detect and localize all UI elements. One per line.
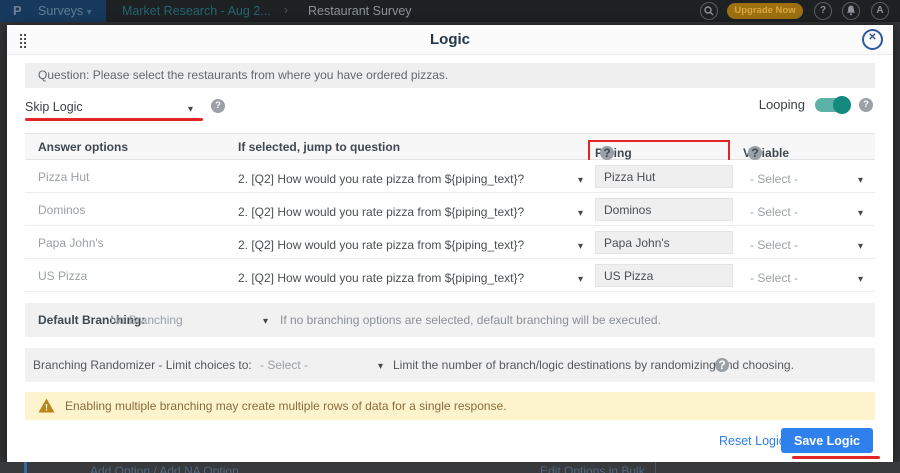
logic-table: Answer options If selected, jump to ques… — [25, 133, 875, 292]
chevron-down-icon[interactable] — [378, 358, 383, 372]
looping-control: Looping ? — [759, 97, 873, 112]
logic-type-value: Skip Logic — [25, 100, 83, 114]
chevron-down-icon — [188, 99, 193, 117]
looping-label: Looping — [759, 97, 805, 112]
table-row: Dominos 2. [Q2] How would you rate pizza… — [25, 193, 875, 226]
surveys-menu[interactable]: Surveys — [38, 4, 92, 18]
answer-option-label: Dominos — [38, 203, 85, 217]
svg-text:!: ! — [45, 403, 48, 413]
variable-assignment-value: - Select - — [750, 172, 798, 186]
looping-toggle[interactable] — [815, 98, 849, 112]
jump-question-dropdown[interactable]: 2. [Q2] How would you rate pizza from ${… — [238, 236, 583, 254]
chevron-down-icon — [858, 170, 863, 188]
help-icon[interactable]: ? — [715, 358, 729, 372]
logo-block: P Surveys — [0, 0, 106, 22]
default-branching-hint: If no branching options are selected, de… — [280, 313, 661, 327]
breadcrumb-folder[interactable]: Market Research - Aug 2... — [122, 4, 271, 18]
top-navigation-bar: P Surveys Market Research - Aug 2... › R… — [0, 0, 900, 22]
chevron-down-icon — [858, 269, 863, 287]
piping-text-input[interactable] — [595, 198, 733, 221]
modal-header: Logic — [7, 25, 893, 55]
variable-assignment-dropdown[interactable]: - Select - — [750, 170, 865, 188]
answer-option-label: Pizza Hut — [38, 170, 89, 184]
jump-question-value: 2. [Q2] How would you rate pizza from ${… — [238, 205, 524, 219]
chevron-down-icon — [578, 236, 583, 254]
randomizer-label: Branching Randomizer - Limit choices to: — [33, 358, 252, 372]
default-branching-bar: Default Branching: No Branching If no br… — [25, 303, 875, 337]
warning-text: Enabling multiple branching may create m… — [65, 399, 507, 413]
logic-modal: Logic Question: Please select the restau… — [7, 25, 893, 462]
variable-assignment-value: - Select - — [750, 205, 798, 219]
question-banner: Question: Please select the restaurants … — [25, 63, 875, 88]
annotation-underline-skip-logic — [25, 118, 203, 121]
variable-assignment-dropdown[interactable]: - Select - — [750, 203, 865, 221]
chevron-down-icon[interactable] — [263, 313, 268, 327]
chevron-down-icon — [858, 236, 863, 254]
edit-options-bulk-link: Edit Options in Bulk — [540, 464, 645, 473]
chevron-down-icon — [578, 170, 583, 188]
save-logic-button[interactable]: Save Logic — [781, 428, 873, 453]
table-row: Papa John's 2. [Q2] How would you rate p… — [25, 226, 875, 259]
jump-question-dropdown[interactable]: 2. [Q2] How would you rate pizza from ${… — [238, 269, 583, 287]
branching-randomizer-bar: Branching Randomizer - Limit choices to:… — [25, 348, 875, 382]
default-branching-dropdown[interactable]: No Branching — [110, 313, 183, 327]
jump-question-dropdown[interactable]: 2. [Q2] How would you rate pizza from ${… — [238, 203, 583, 221]
dimmed-page-strip: Add Option / Add NA Option Edit Options … — [0, 462, 900, 473]
piping-text-input[interactable] — [595, 264, 733, 287]
notifications-button[interactable] — [842, 2, 860, 20]
variable-assignment-value: - Select - — [750, 271, 798, 285]
randomizer-hint: Limit the number of branch/logic destina… — [393, 358, 794, 372]
modal-title: Logic — [7, 25, 893, 55]
table-row: Pizza Hut 2. [Q2] How would you rate piz… — [25, 160, 875, 193]
table-header-row: Answer options If selected, jump to ques… — [25, 133, 875, 160]
help-icon[interactable]: ? — [211, 99, 225, 113]
jump-question-dropdown[interactable]: 2. [Q2] How would you rate pizza from ${… — [238, 170, 583, 188]
help-icon[interactable]: ? — [859, 98, 873, 112]
table-divider — [655, 462, 656, 473]
breadcrumb-survey[interactable]: Restaurant Survey — [308, 4, 412, 18]
answer-option-label: Papa John's — [38, 236, 104, 250]
questionpro-logo: P — [13, 3, 22, 18]
variable-assignment-dropdown[interactable]: - Select - — [750, 269, 865, 287]
header-answer-options: Answer options — [38, 140, 128, 154]
chevron-down-icon — [578, 269, 583, 287]
piping-text-input[interactable] — [595, 231, 733, 254]
answer-option-label: US Pizza — [38, 269, 87, 283]
avatar[interactable]: A — [871, 2, 889, 20]
chevron-down-icon — [578, 203, 583, 221]
close-icon[interactable] — [862, 29, 883, 50]
piping-text-input[interactable] — [595, 165, 733, 188]
drag-handle-icon[interactable] — [19, 33, 27, 48]
table-row: US Pizza 2. [Q2] How would you rate pizz… — [25, 259, 875, 292]
variable-assignment-value: - Select - — [750, 238, 798, 252]
chevron-down-icon — [858, 203, 863, 221]
logic-type-dropdown[interactable]: Skip Logic — [25, 98, 197, 118]
upgrade-now-button[interactable]: Upgrade Now — [727, 3, 803, 19]
reset-logic-link[interactable]: Reset Logic — [719, 434, 785, 448]
help-button[interactable]: ? — [814, 2, 832, 20]
header-jump-to-question: If selected, jump to question — [238, 140, 400, 154]
search-icon — [704, 6, 714, 16]
surveys-menu-label: Surveys — [38, 4, 83, 18]
jump-question-value: 2. [Q2] How would you rate pizza from ${… — [238, 238, 524, 252]
warning-icon: ! — [38, 398, 55, 413]
question-selection-border — [24, 462, 27, 473]
search-button[interactable] — [700, 2, 718, 20]
toggle-knob — [833, 96, 851, 114]
annotation-underline-save-logic — [792, 456, 880, 459]
warning-banner: ! Enabling multiple branching may create… — [25, 392, 875, 420]
randomizer-dropdown[interactable]: - Select - — [260, 358, 308, 372]
jump-question-value: 2. [Q2] How would you rate pizza from ${… — [238, 172, 524, 186]
add-option-link: Add Option / Add NA Option — [90, 464, 239, 473]
variable-assignment-dropdown[interactable]: - Select - — [750, 236, 865, 254]
bell-icon — [846, 5, 856, 16]
breadcrumb-separator-icon: › — [284, 3, 288, 17]
jump-question-value: 2. [Q2] How would you rate pizza from ${… — [238, 271, 524, 285]
chevron-down-icon — [87, 4, 92, 18]
help-icon[interactable]: ? — [748, 146, 762, 160]
